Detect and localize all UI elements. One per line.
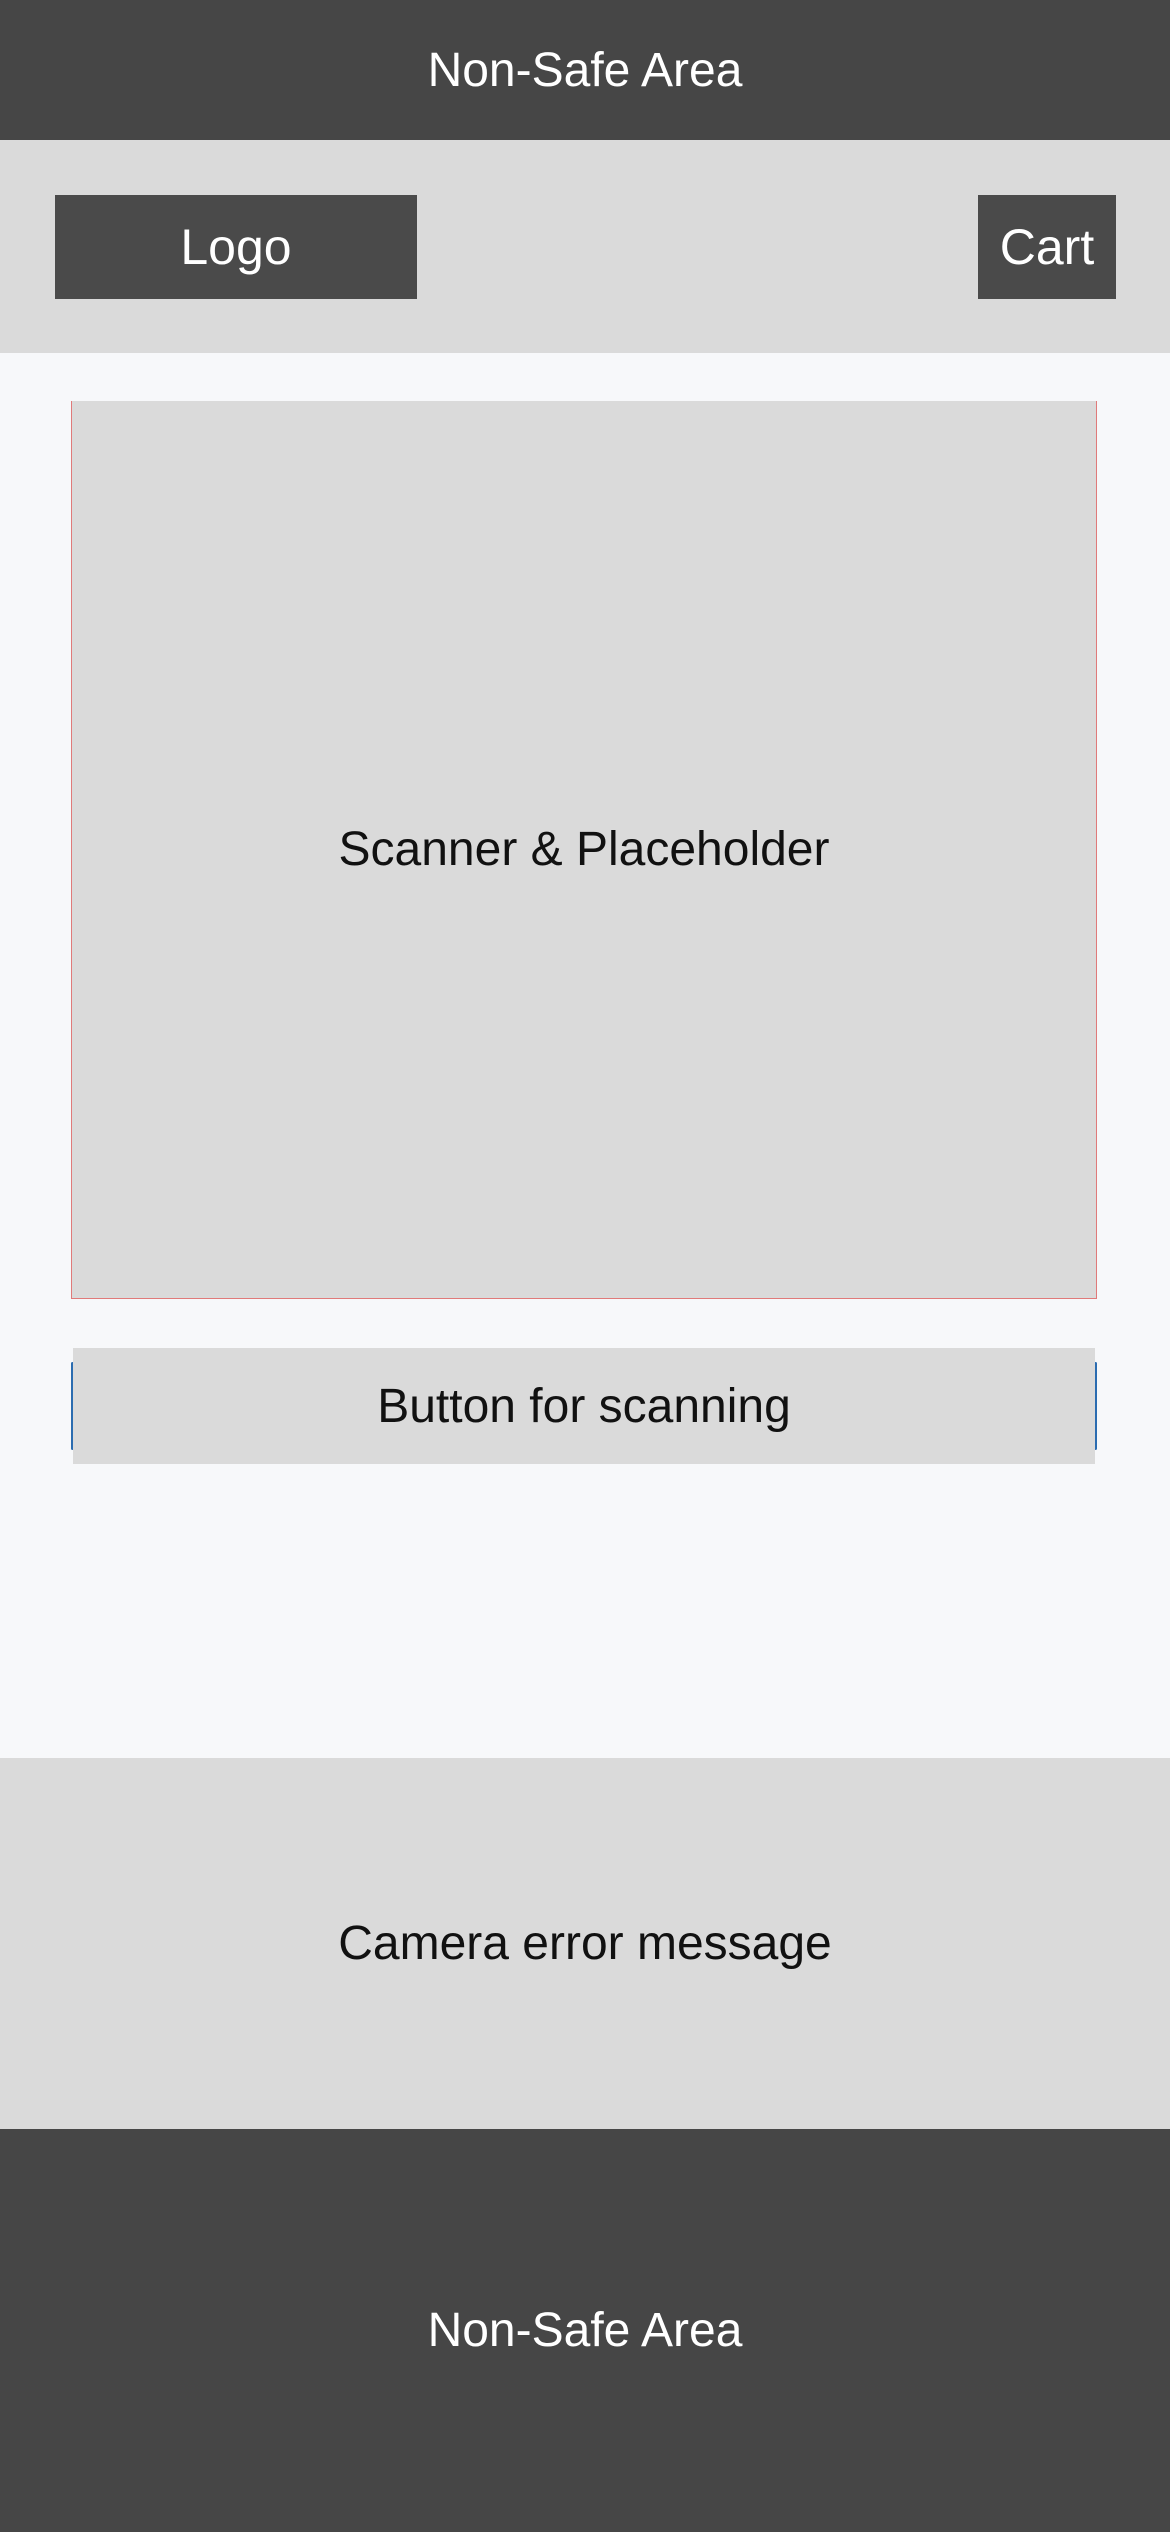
scanner-label: Scanner & Placeholder (338, 823, 830, 876)
page: Non-Safe Area Logo Cart Scanner & Placeh… (0, 0, 1170, 2532)
scan-button-label: Button for scanning (377, 1379, 791, 1433)
logo[interactable]: Logo (55, 195, 417, 299)
scan-button-container: Button for scanning (71, 1348, 1097, 1464)
cart-button[interactable]: Cart (978, 195, 1116, 299)
scanner-placeholder[interactable]: Scanner & Placeholder (71, 401, 1097, 1299)
bottom-non-safe-label: Non-Safe Area (427, 2304, 743, 2357)
logo-label: Logo (180, 219, 292, 275)
cart-label: Cart (999, 219, 1095, 275)
bottom-non-safe-area: Non-Safe Area (0, 2129, 1170, 2532)
camera-error-panel: Camera error message (0, 1758, 1170, 2129)
camera-error-message: Camera error message (338, 1917, 832, 1970)
scan-button[interactable]: Button for scanning (73, 1348, 1095, 1464)
top-non-safe-label: Non-Safe Area (427, 43, 743, 97)
header-bar: Logo Cart (0, 140, 1170, 353)
top-non-safe-area: Non-Safe Area (0, 0, 1170, 140)
